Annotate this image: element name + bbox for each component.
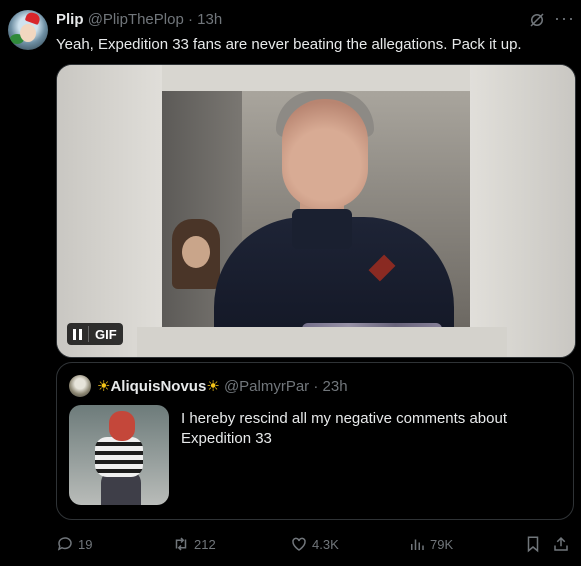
quoted-tweet[interactable]: ☀AliquisNovus☀ @PalmyrPar · 23h I hereby…	[56, 362, 574, 520]
view-count: 79K	[430, 536, 454, 552]
quoted-author-handle[interactable]: @PalmyrPar	[224, 378, 309, 395]
sun-emoji-right: ☀	[206, 378, 220, 395]
author-name[interactable]: Plip	[56, 11, 84, 28]
quoted-separator: ·	[313, 378, 319, 395]
gif-frame-left	[57, 65, 162, 357]
bookmark-button[interactable]	[524, 530, 542, 558]
thumb-figure-hair	[109, 411, 135, 441]
avatar-hat	[24, 10, 42, 26]
repost-count: 212	[194, 536, 216, 552]
thumb-figure-shirt	[95, 437, 143, 477]
reply-icon	[57, 537, 72, 551]
quoted-text: I hereby rescind all my negative comment…	[181, 410, 507, 447]
timestamp[interactable]: 13h	[197, 11, 222, 28]
gif-badge-divider	[88, 326, 89, 342]
bookmark-icon	[527, 536, 539, 553]
share-icon	[554, 536, 568, 551]
gif-badge[interactable]: GIF	[67, 323, 123, 345]
reply-count: 19	[78, 536, 93, 552]
reply-button[interactable]: 19	[56, 530, 92, 558]
gif-frame-sill	[137, 327, 507, 357]
author-handle[interactable]: @PlipThePlop	[88, 11, 184, 28]
repost-button[interactable]: 212	[172, 530, 216, 558]
like-button[interactable]: 4.3K	[290, 530, 339, 558]
scene-man-head	[282, 99, 368, 209]
sun-emoji-left: ☀	[97, 378, 111, 395]
tweet: Plip @PlipThePlop · 13h ··· Yeah, Expedi…	[0, 0, 581, 566]
pause-icon[interactable]	[73, 328, 82, 340]
quoted-header: ☀AliquisNovus☀ @PalmyrPar · 23h	[97, 377, 348, 395]
action-bar: 19 212 4.3K 79K	[56, 530, 574, 558]
avatar-face	[20, 24, 36, 42]
views-icon	[411, 539, 424, 550]
more-icon[interactable]: ···	[554, 8, 575, 29]
scene-person-face	[182, 236, 210, 268]
header-separator: ·	[187, 11, 193, 28]
gif-scene	[162, 91, 470, 357]
quoted-author-name[interactable]: AliquisNovus	[110, 378, 206, 395]
heart-icon	[292, 537, 306, 551]
quoted-timestamp[interactable]: 23h	[323, 378, 348, 395]
scene-man-collar	[292, 209, 352, 249]
grok-icon[interactable]	[528, 11, 546, 29]
repost-icon	[175, 537, 187, 551]
gif-label: GIF	[95, 326, 117, 342]
like-count: 4.3K	[312, 536, 339, 552]
author-avatar[interactable]	[8, 10, 48, 50]
quoted-author-avatar[interactable]	[69, 375, 91, 397]
tweet-header: Plip @PlipThePlop · 13h	[56, 11, 222, 28]
quoted-thumbnail[interactable]	[69, 405, 169, 505]
tweet-text: Yeah, Expedition 33 fans are never beati…	[56, 36, 522, 53]
gif-media[interactable]: GIF	[56, 64, 576, 358]
share-button[interactable]	[552, 530, 570, 558]
views-button[interactable]: 79K	[408, 530, 453, 558]
gif-frame-right	[470, 65, 575, 357]
